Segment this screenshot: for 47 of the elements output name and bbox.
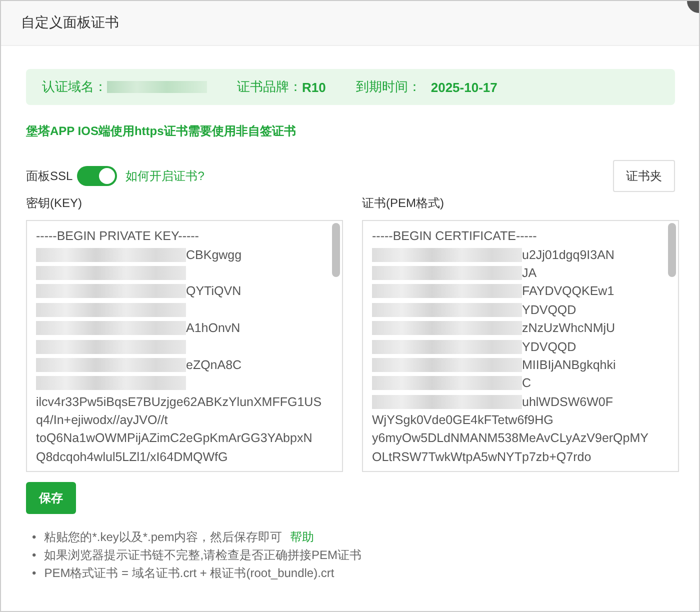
text-area[interactable] [362,220,679,472]
code-line: ilcv4r33Pw5iBqsE7BUzjge62ABKzYlunXMFFG1US [36,394,322,409]
code-line: QYTiQVN [186,284,242,298]
tip-text: 如果浏览器提示证书链不完整,请检查是否正确拼接PEM证书 [44,547,362,564]
code-line: toQ6Na1wOWMPijAZimC2eGpKmArGG3YAbpxN [36,431,312,446]
scrollbar[interactable] [332,223,340,277]
brand-label: 证书品牌： [237,78,302,96]
code-line: YDVQQD [522,302,576,317]
save-button[interactable]: 保存 [26,482,76,514]
domain-label: 认证域名： [42,78,107,96]
code-line: -----BEGIN CERTIFICATE----- [372,229,537,244]
text-area[interactable]: -----BEGIN PRIVATE KEY----- CBKgwgg QYTiQVN A1hOnvN eZQnA8C ilcv4r33Pw5iBqsE7BUzjge62ABKzYlunXMFFG1US q4/In+ejiwodx//ayJVO//t toQ6Na1wOWMPijAZimC2eGpKmArGG3YAbpxN Q8dcqoh4wlul5LZl1/xI64DMQWfG [26,220,343,472]
code-line: JA [522,266,537,280]
code-line: FAYDVQQKEw1 [522,284,614,298]
tip-text: 粘贴您的*.key以及*.pem内容，然后保存即可 [44,529,282,546]
code-line: Q8dcqoh4wlul5LZl1/xI64DMQWfG [36,450,228,464]
code-line: MIIBIjANBgkqhki [522,358,616,372]
code-line: CBKgwgg [186,248,242,262]
code-line: C [522,376,532,390]
brand-value: R10 [302,80,326,94]
bullet: • [32,565,36,582]
tip-text: PEM格式证书 = 域名证书.crt + 根证书(root_bundle).crt [44,565,334,582]
help-link[interactable]: 帮助 [290,528,314,546]
code-line: -----BEGIN PRIVATE KEY----- [36,229,199,244]
help-link[interactable]: 如何开启证书? [126,168,204,184]
ssl-label: 面板SSL [26,168,73,184]
scrollbar[interactable] [668,223,676,277]
bullet: • [32,529,36,546]
code-line: OLtRSW7TwkWtpA5wNYTp7zb+Q7rdo [372,450,592,464]
code-line: q4/In+ejiwodx//ayJVO//t [36,413,168,428]
code-line: WjYSgk0Vde0GE4kFTetw6f9HG [372,413,554,428]
code-line: YDVQQD [522,340,576,354]
expiry-label: 到期时间： [356,78,421,96]
field-label: 密钥(KEY) [26,195,84,212]
bullet: • [32,547,36,564]
code-line: uhlWDSW6W0F [522,394,613,409]
expiry-value: 2025-10-17 [430,80,498,94]
field-label: 证书(PEM格式) [362,195,445,212]
code-line: zNzUzWhcNMjU [522,321,616,336]
cert-folder-button[interactable]: 证书夹 [613,160,675,192]
code-line: A1hOnvN [186,321,240,336]
notice-text: 堡塔APP IOS端使用https证书需要使用非自签证书 [26,123,297,140]
ssl-toggle[interactable] [76,166,117,186]
code-line: y6myOw5DLdNMANM538MeAvCLyAzV9erQpMY [372,431,648,446]
code-line: eZQnA8C [186,358,242,372]
window-title: 自定义面板证书 [21,14,119,32]
code-line: u2Jj01dgq9I3AN [522,248,614,262]
